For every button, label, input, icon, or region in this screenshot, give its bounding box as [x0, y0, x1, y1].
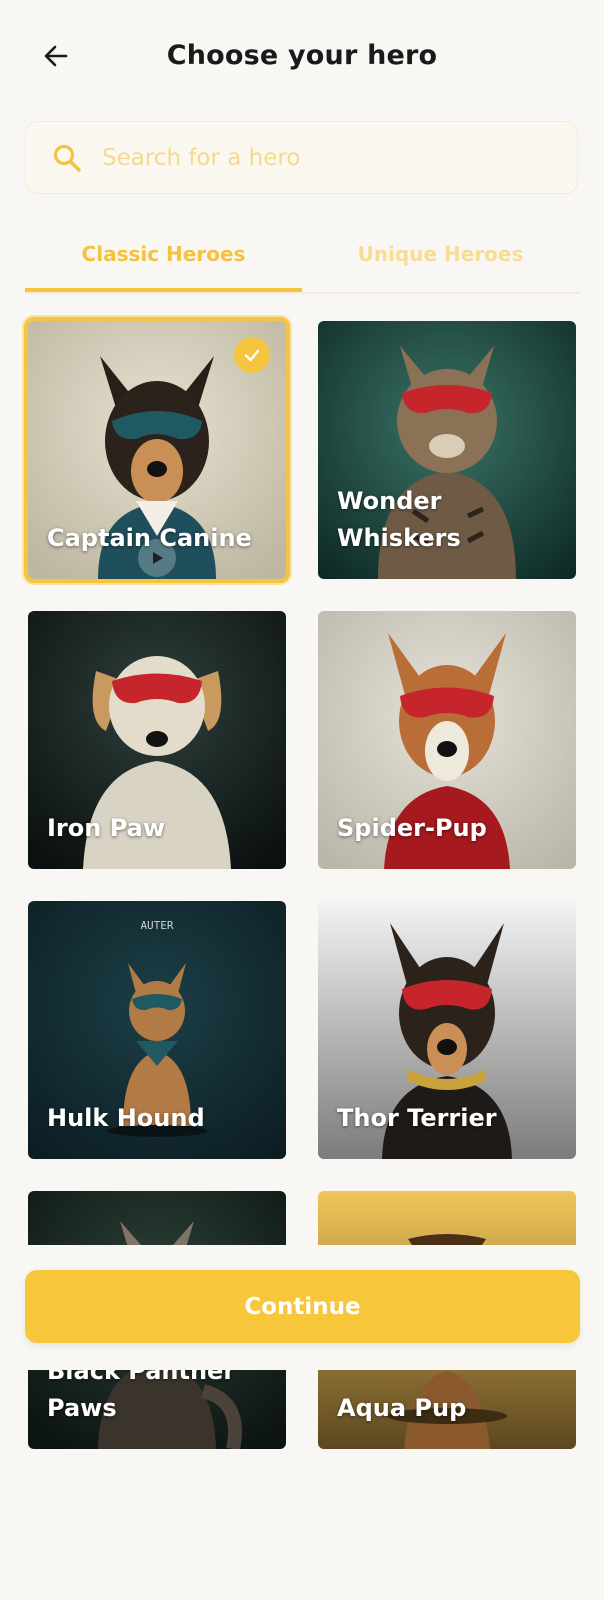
hero-name: Wonder Whiskers [337, 487, 461, 552]
hero-name: Thor Terrier [337, 1104, 497, 1132]
search-input[interactable] [100, 143, 524, 172]
hero-card-hulk-hound[interactable]: AUTER Hulk Hound [28, 901, 286, 1159]
search-box[interactable] [25, 121, 578, 194]
continue-button[interactable]: Continue [25, 1270, 580, 1343]
hero-name: Iron Paw [47, 814, 166, 842]
search-icon [52, 142, 84, 174]
hero-name: Hulk Hound [47, 1104, 205, 1132]
page-title: Choose your hero [166, 40, 438, 71]
hero-card-thor-terrier[interactable]: Thor Terrier [318, 901, 576, 1159]
hero-card-iron-paw[interactable]: Iron Paw [28, 611, 286, 869]
hero-tabs: Classic Heroes Unique Heroes [25, 230, 580, 294]
hero-name: Aqua Pup [337, 1394, 467, 1422]
selected-check-icon [234, 337, 270, 373]
hero-name: Captain Canine [47, 524, 252, 552]
poster-text: AUTER [140, 919, 173, 932]
hero-card-captain-canine[interactable]: Captain Canine [24, 317, 290, 583]
tab-unique-heroes[interactable]: Unique Heroes [302, 230, 579, 292]
hero-name: Spider-Pup [337, 814, 487, 842]
tab-classic-heroes[interactable]: Classic Heroes [25, 230, 302, 292]
hero-card-spider-pup[interactable]: Spider-Pup [318, 611, 576, 869]
hero-card-wonder-whiskers[interactable]: Wonder Whiskers [318, 321, 576, 579]
